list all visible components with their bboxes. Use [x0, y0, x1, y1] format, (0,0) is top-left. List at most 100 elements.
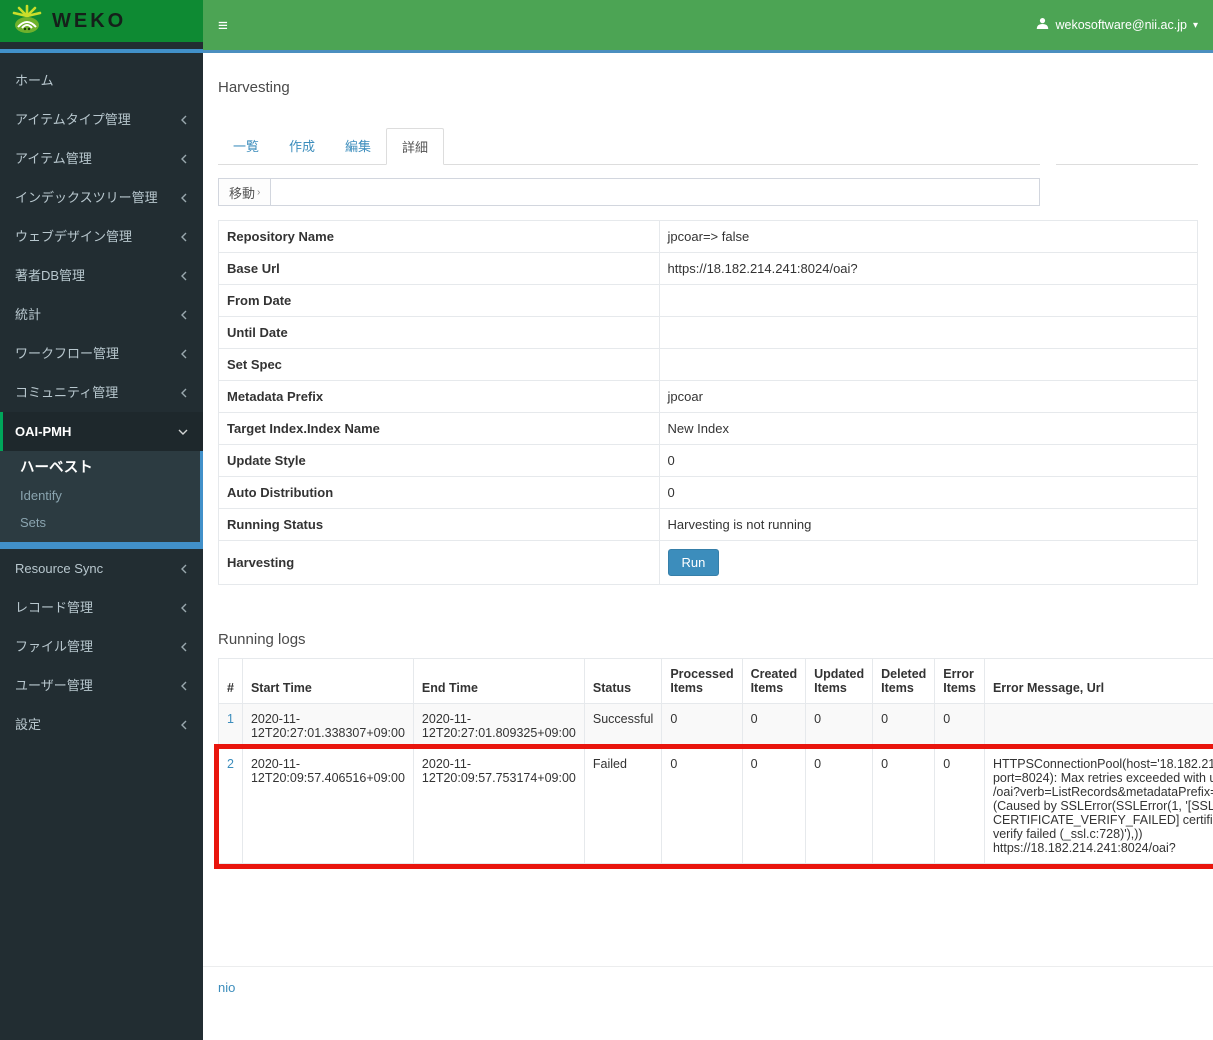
sidebar-item-label: レコード管理: [15, 600, 94, 615]
detail-label: Auto Distribution: [218, 476, 660, 509]
chevron-left-icon: [180, 642, 188, 652]
table-row: Metadata Prefix jpcoar: [218, 380, 1199, 413]
submenu-accent-bar: [0, 542, 203, 549]
sidebar-item-label: 統計: [15, 307, 42, 322]
submenu-item-harvest[interactable]: ハーベスト: [0, 455, 200, 482]
log-deleted: 0: [872, 748, 936, 864]
log-number-link[interactable]: 1: [227, 712, 234, 726]
log-status: Failed: [583, 748, 663, 864]
tab-create[interactable]: 作成: [274, 128, 330, 164]
detail-label: From Date: [218, 284, 660, 317]
tab-list[interactable]: 一覧: [218, 128, 274, 164]
footer-link[interactable]: nio: [218, 980, 235, 995]
detail-value: jpcoar=> false: [658, 220, 1199, 253]
sidebar-item-statistics[interactable]: 統計: [0, 295, 203, 334]
detail-label: Harvesting: [218, 540, 660, 585]
sidebar-item-label: ユーザー管理: [15, 678, 93, 693]
sidebar-item-resource-sync[interactable]: Resource Sync: [0, 549, 203, 588]
table-row: Set Spec: [218, 348, 1199, 381]
table-row: From Date: [218, 284, 1199, 317]
sidebar-item-item-mgmt[interactable]: アイテム管理: [0, 139, 203, 178]
submenu-item-label: Sets: [20, 515, 47, 530]
col-error-message: Error Message, Url: [983, 658, 1213, 704]
log-end-time: 2020-11-12T20:09:57.753174+09:00: [412, 748, 585, 864]
log-updated: 0: [805, 703, 874, 749]
detail-value: [658, 316, 1199, 349]
table-row: Running Status Harvesting is not running: [218, 508, 1199, 541]
tab-edit[interactable]: 編集: [330, 128, 386, 164]
submenu-item-sets[interactable]: Sets: [0, 509, 200, 536]
sidebar-item-workflow-mgmt[interactable]: ワークフロー管理: [0, 334, 203, 373]
sidebar-item-itemtype-mgmt[interactable]: アイテムタイプ管理: [0, 100, 203, 139]
log-status: Successful: [583, 703, 663, 749]
table-row: Auto Distribution 0: [218, 476, 1199, 509]
log-error-message: HTTPSConnectionPool(host='18.182.214.241…: [983, 748, 1213, 864]
table-row: Base Url https://18.182.214.241:8024/oai…: [218, 252, 1199, 285]
sidebar-item-indextree-mgmt[interactable]: インデックスツリー管理: [0, 178, 203, 217]
sidebar-item-label: ワークフロー管理: [15, 346, 120, 361]
submenu-item-label: Identify: [20, 488, 62, 503]
log-number-link[interactable]: 2: [227, 757, 234, 771]
log-processed: 0: [661, 703, 743, 749]
chevron-left-icon: [180, 271, 188, 281]
sidebar-item-community-mgmt[interactable]: コミュニティ管理: [0, 373, 203, 412]
sidebar-item-webdesign-mgmt[interactable]: ウェブデザイン管理: [0, 217, 203, 256]
chevron-left-icon: [180, 154, 188, 164]
user-menu[interactable]: wekosoftware@nii.ac.jp ▾: [1036, 17, 1198, 33]
col-start-time: Start Time: [241, 658, 414, 704]
user-email: wekosoftware@nii.ac.jp: [1055, 18, 1187, 32]
chevron-down-icon: [178, 428, 188, 436]
go-button-label: 移動: [229, 185, 256, 201]
oai-pmh-submenu: ハーベスト Identify Sets: [0, 451, 203, 542]
detail-label: Running Status: [218, 508, 660, 541]
col-number: #: [218, 658, 243, 704]
sidebar-item-home[interactable]: ホーム: [0, 61, 203, 100]
sidebar-item-record-mgmt[interactable]: レコード管理: [0, 588, 203, 627]
log-updated: 0: [805, 748, 874, 864]
detail-value: Harvesting is not running: [658, 508, 1199, 541]
weko-logo[interactable]: WEKO: [0, 0, 203, 42]
run-button[interactable]: Run: [667, 549, 720, 576]
log-row-1: 1 2020-11-12T20:27:01.338307+09:00 2020-…: [218, 703, 1213, 749]
col-end-time: End Time: [412, 658, 585, 704]
sidebar-item-authordb-mgmt[interactable]: 著者DB管理: [0, 256, 203, 295]
sidebar-item-label: ウェブデザイン管理: [15, 229, 133, 244]
log-deleted: 0: [872, 703, 936, 749]
log-end-time: 2020-11-12T20:27:01.809325+09:00: [412, 703, 585, 749]
table-row: Update Style 0: [218, 444, 1199, 477]
detail-label: Metadata Prefix: [218, 380, 660, 413]
submenu-item-identify[interactable]: Identify: [0, 482, 200, 509]
table-row: Repository Name jpcoar=> false: [218, 220, 1199, 253]
chevron-left-icon: [180, 193, 188, 203]
table-row: Target Index.Index Name New Index: [218, 412, 1199, 445]
log-error-items: 0: [934, 748, 985, 864]
detail-value: jpcoar: [658, 380, 1199, 413]
sidebar-menu: ホーム アイテムタイプ管理 アイテム管理 インデックスツリー管理 ウェブデザイン…: [0, 53, 203, 744]
chevron-left-icon: [180, 681, 188, 691]
log-created: 0: [741, 703, 807, 749]
go-button[interactable]: 移動 ›: [218, 178, 272, 206]
sidebar-item-label: コミュニティ管理: [15, 385, 119, 400]
running-logs-table: # Start Time End Time Status Processed I…: [213, 658, 1213, 869]
detail-value: https://18.182.214.241:8024/oai?: [658, 252, 1199, 285]
tab-detail[interactable]: 詳細: [386, 128, 445, 165]
sidebar-item-label: アイテム管理: [15, 151, 92, 166]
chevron-left-icon: [180, 603, 188, 613]
log-processed: 0: [661, 748, 743, 864]
log-start-time: 2020-11-12T20:09:57.406516+09:00: [241, 748, 414, 864]
go-target-input[interactable]: [271, 178, 1040, 206]
chevron-left-icon: [180, 349, 188, 359]
col-status: Status: [583, 658, 663, 704]
sidebar-toggle-icon[interactable]: ≡: [218, 17, 228, 34]
chevron-left-icon: [180, 564, 188, 574]
log-start-time: 2020-11-12T20:27:01.338307+09:00: [241, 703, 414, 749]
sidebar-item-oai-pmh[interactable]: OAI-PMH: [0, 412, 203, 451]
col-error-items: Error Items: [934, 658, 985, 704]
detail-value: [658, 284, 1199, 317]
chevron-left-icon: [180, 232, 188, 242]
detail-label: Update Style: [218, 444, 660, 477]
sidebar-item-settings[interactable]: 設定: [0, 705, 203, 744]
sidebar-item-file-mgmt[interactable]: ファイル管理: [0, 627, 203, 666]
sidebar-item-user-mgmt[interactable]: ユーザー管理: [0, 666, 203, 705]
detail-value: 0: [658, 444, 1199, 477]
